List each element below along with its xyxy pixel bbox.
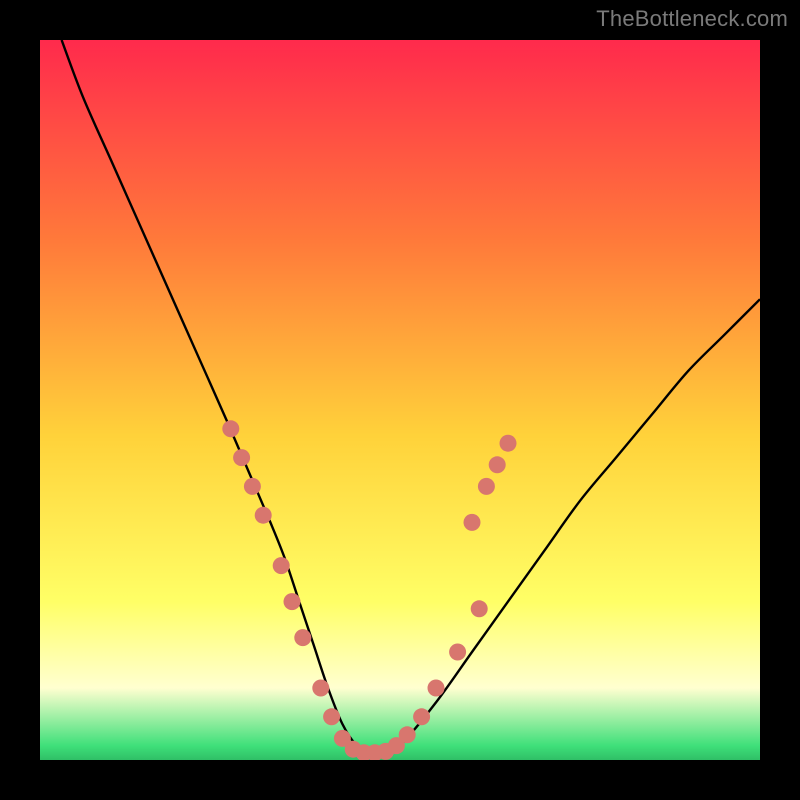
sample-point — [489, 456, 506, 473]
plot-area — [40, 40, 760, 760]
sample-point — [500, 435, 517, 452]
sample-point — [399, 726, 416, 743]
sample-point — [428, 680, 445, 697]
sample-point — [478, 478, 495, 495]
sample-point — [233, 449, 250, 466]
sample-point — [294, 629, 311, 646]
sample-point — [273, 557, 290, 574]
sample-point — [471, 600, 488, 617]
sample-point — [222, 420, 239, 437]
sample-point — [464, 514, 481, 531]
sample-point — [323, 708, 340, 725]
chart-frame: TheBottleneck.com — [0, 0, 800, 800]
sample-point — [284, 593, 301, 610]
sample-point — [449, 644, 466, 661]
bottleneck-chart — [40, 40, 760, 760]
sample-point — [312, 680, 329, 697]
watermark-text: TheBottleneck.com — [596, 6, 788, 32]
sample-point — [413, 708, 430, 725]
gradient-background — [40, 40, 760, 760]
sample-point — [255, 507, 272, 524]
sample-point — [244, 478, 261, 495]
